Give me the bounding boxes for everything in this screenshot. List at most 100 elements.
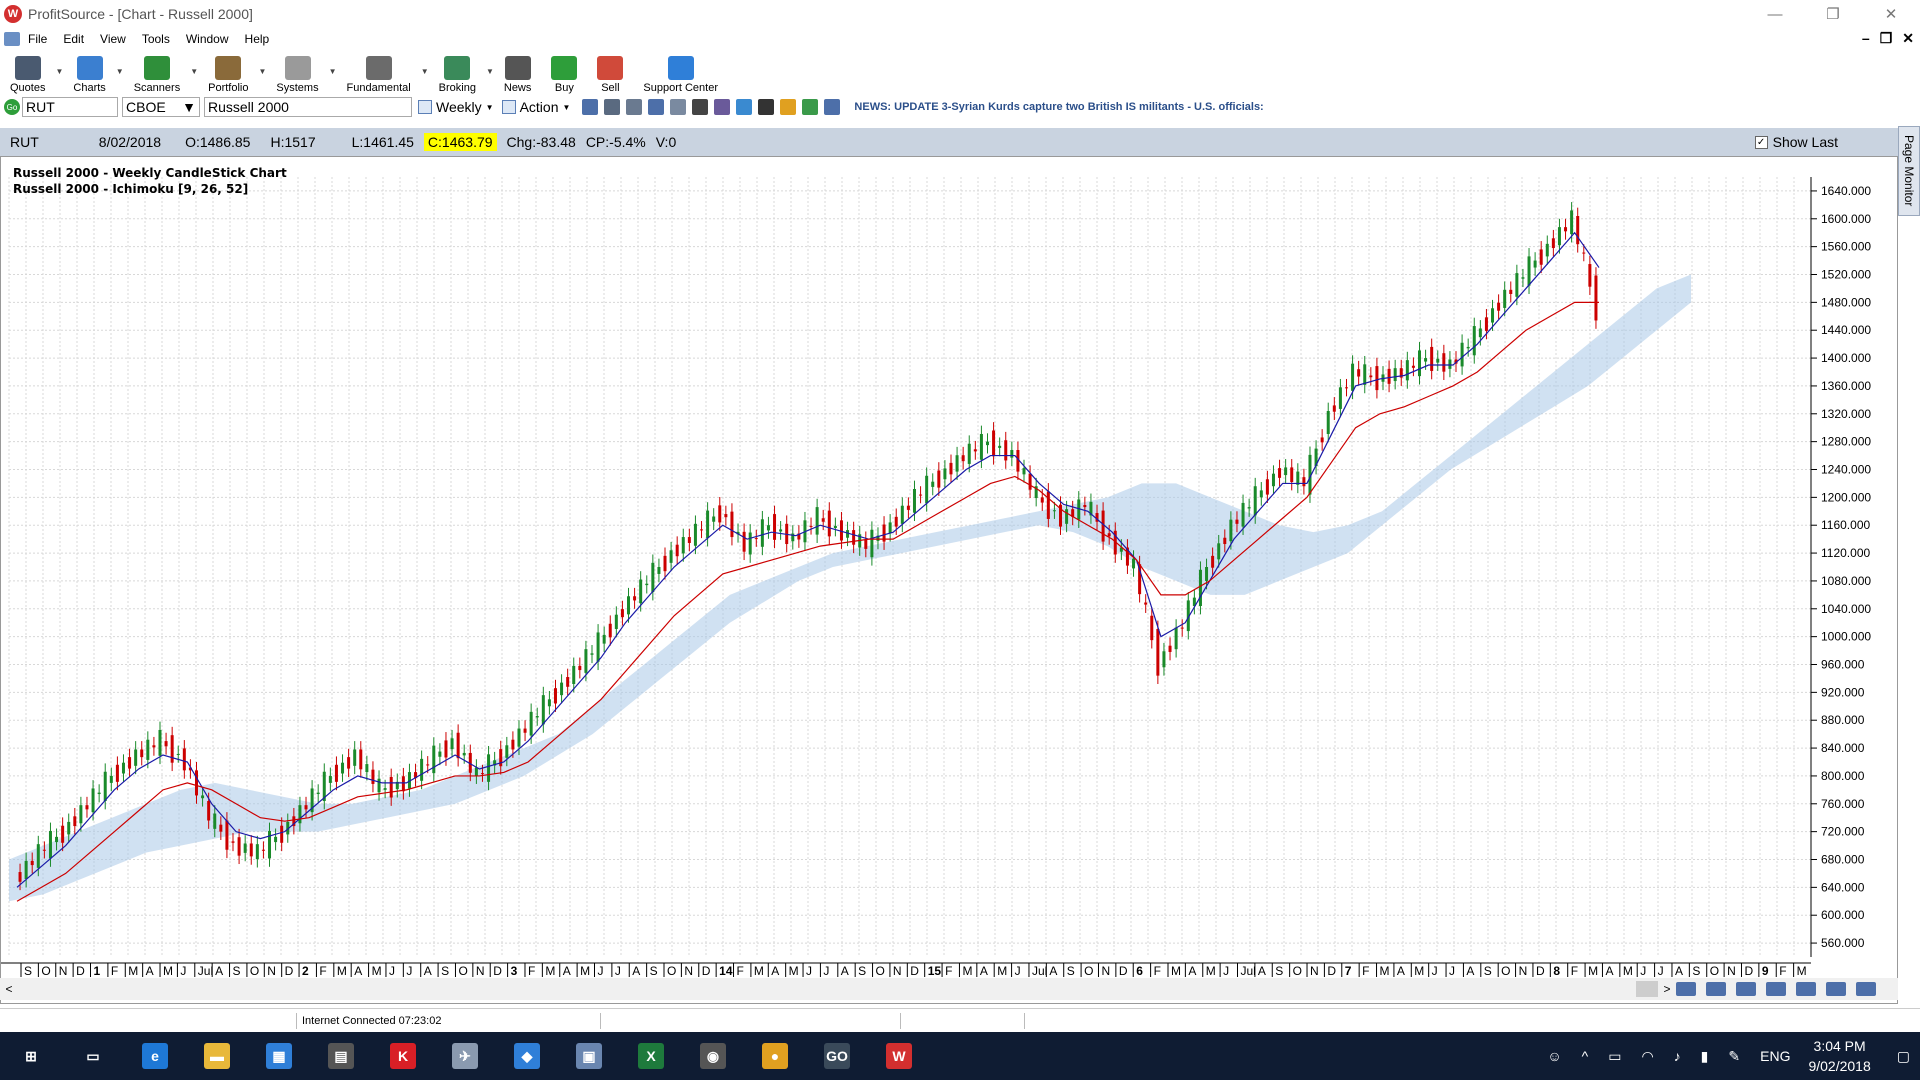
skip-end-icon[interactable] [1796,982,1816,996]
action-menu[interactable]: Action ▼ [501,99,570,115]
mdi-restore-icon[interactable]: ❐ [1880,30,1893,47]
toolbar-portfolio-button[interactable]: Portfolio [208,52,248,94]
language-indicator[interactable]: ENG [1760,1048,1790,1064]
store-icon[interactable]: ▦ [248,1032,310,1080]
dropdown-arrow-icon[interactable]: ▼ [486,67,494,76]
profitsource-icon[interactable]: W [868,1032,930,1080]
dropdown-arrow-icon[interactable]: ▼ [329,67,337,76]
app-icon-2[interactable]: ✈ [434,1032,496,1080]
candle-body [1576,216,1580,245]
people-icon[interactable]: ☺ [1547,1048,1561,1064]
alert-icon[interactable] [824,99,841,115]
scroll-right-icon[interactable]: > [1658,982,1676,996]
pan-icon[interactable] [1766,982,1786,996]
fit-icon[interactable] [1736,982,1756,996]
zoom-out-icon[interactable] [1706,982,1726,996]
close-icon[interactable]: ✕ [1862,0,1920,28]
toolbar-sell-button[interactable]: Sell [597,52,624,94]
page-monitor-tab[interactable]: Page Monitor [1898,126,1920,216]
toolbar-quotes-button[interactable]: Quotes [10,52,45,94]
app-icon-3[interactable]: ▣ [558,1032,620,1080]
dropdown-arrow-icon[interactable]: ▼ [55,67,63,76]
dropdown-arrow-icon[interactable]: ▼ [258,67,266,76]
news-ticker[interactable]: NEWS: UPDATE 3-Syrian Kurds capture two … [854,101,1263,113]
toolbar-fundamental-button[interactable]: Fundamental [347,52,411,94]
print-icon[interactable] [626,99,643,115]
settings-icon[interactable] [604,99,621,115]
minimize-icon[interactable]: — [1746,0,1804,28]
menu-help[interactable]: Help [245,32,270,46]
dropdown-arrow-icon[interactable]: ▼ [190,67,198,76]
edge-icon[interactable]: e [124,1032,186,1080]
menu-tools[interactable]: Tools [142,32,170,46]
price-chart[interactable]: 560.000 600.000 640.000 680.000 720.000 760.0… [1,157,1897,977]
binoculars-icon[interactable] [758,99,775,115]
x-tick-label: J [180,964,186,977]
candle-body [1174,627,1178,650]
menu-edit[interactable]: Edit [63,32,84,46]
toolbar-broking-button[interactable]: Broking [439,52,476,94]
file-explorer-icon[interactable]: ▬ [186,1032,248,1080]
kaspersky-icon[interactable]: K [372,1032,434,1080]
toolbar-scanners-button[interactable]: Scanners [134,52,180,94]
battery-icon[interactable]: ▮ [1701,1048,1709,1065]
document-icon[interactable] [4,32,20,46]
go-button[interactable]: Go [4,99,20,115]
defender-icon[interactable]: ◆ [496,1032,558,1080]
restore-icon[interactable]: ❐ [1804,0,1862,28]
tools-icon[interactable] [692,99,709,115]
clock[interactable]: 3:04 PM 9/02/2018 [1808,1036,1870,1076]
show-last-checkbox[interactable]: ✓ [1754,135,1768,149]
scroll-thumb[interactable] [1636,981,1658,997]
camera-icon[interactable]: ◉ [682,1032,744,1080]
zoom-icon[interactable] [648,99,665,115]
trade-icon[interactable] [802,99,819,115]
save-icon[interactable] [582,99,599,115]
taskbar-app-glyph: W [886,1043,912,1069]
idea-icon[interactable] [736,99,753,115]
show-last-toggle[interactable]: ✓ Show Last [1754,134,1838,150]
mdi-minimize-icon[interactable]: – [1862,30,1870,47]
menu-file[interactable]: File [28,32,47,46]
template-icon[interactable] [670,99,687,115]
step-forward-icon[interactable] [1856,982,1876,996]
app-icon-go[interactable]: GO [806,1032,868,1080]
x-tick-label: A [1605,964,1613,977]
chrome-icon[interactable]: ● [744,1032,806,1080]
task-view-icon[interactable]: ▭ [62,1032,124,1080]
toolbar-charts-button[interactable]: Charts [73,52,106,94]
pen-icon[interactable]: ✎ [1728,1048,1740,1065]
star-icon[interactable] [780,99,797,115]
menu-view[interactable]: View [100,32,126,46]
scroll-left-icon[interactable]: < [0,982,18,996]
x-tick-label: A [146,964,154,977]
candle-body [103,771,107,801]
excel-icon[interactable]: X [620,1032,682,1080]
volume-icon[interactable]: ♪ [1674,1048,1681,1064]
wifi-icon[interactable]: ◠ [1641,1048,1653,1065]
dropdown-arrow-icon[interactable]: ▼ [421,67,429,76]
chevron-up-icon[interactable]: ^ [1582,1048,1589,1064]
exchange-select[interactable]: CBOE ▼ [122,97,200,117]
calculator-icon[interactable]: ▤ [310,1032,372,1080]
mdi-close-icon[interactable]: ✕ [1902,30,1914,47]
toolbar-buy-button[interactable]: Buy [551,52,578,94]
chart-area[interactable]: 560.000 600.000 640.000 680.000 720.000 760.0… [0,156,1898,1004]
step-back-icon[interactable] [1826,982,1846,996]
toolbar-support-center-button[interactable]: Support Center [643,52,718,94]
chart-scrollbar[interactable]: < > [0,978,1898,1000]
keyboard-icon[interactable]: ▭ [1608,1048,1621,1065]
windows-start-icon[interactable]: ⊞ [0,1032,62,1080]
menu-window[interactable]: Window [186,32,229,46]
candle-body [888,522,892,534]
zoom-in-icon[interactable] [1676,982,1696,996]
dropdown-arrow-icon[interactable]: ▼ [116,67,124,76]
candle-body [949,462,953,475]
indicator-icon[interactable] [714,99,731,115]
toolbar-news-button[interactable]: News [504,52,531,94]
toolbar-systems-button[interactable]: Systems [276,52,319,94]
notifications-icon[interactable]: ▢ [1897,1048,1910,1065]
security-name-input[interactable] [204,97,412,117]
symbol-input[interactable] [22,97,118,117]
period-select[interactable]: Weekly ▼ [418,99,494,115]
